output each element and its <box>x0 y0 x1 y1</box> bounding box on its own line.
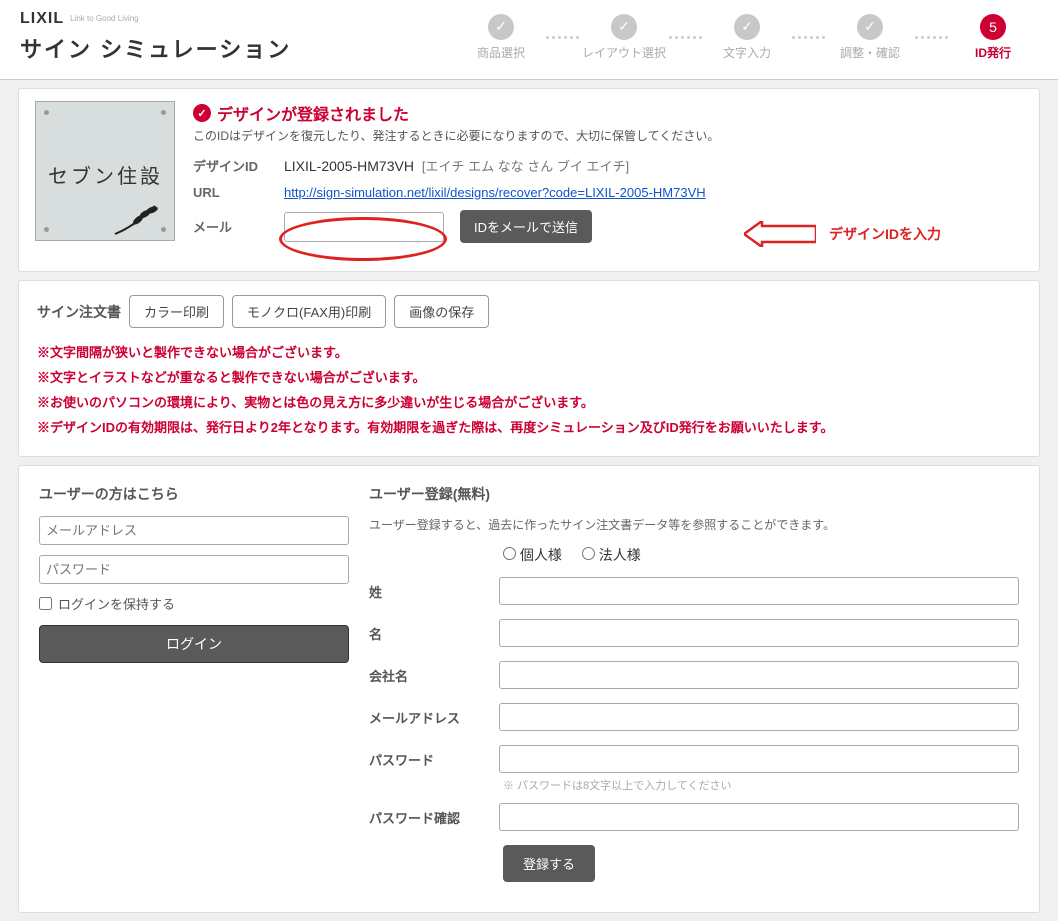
password-note: ※ パスワードは8文字以上で入力してください <box>503 777 1019 793</box>
url-label: URL <box>193 185 268 200</box>
check-icon: ✓ <box>857 14 883 40</box>
send-mail-button[interactable]: IDをメールで送信 <box>460 210 592 243</box>
brand-logo-text: LIXIL <box>20 10 64 28</box>
note-3: ※お使いのパソコンの環境により、実物とは色の見え方に多少違いが生じる場合がござい… <box>37 392 1021 411</box>
save-image-button[interactable]: 画像の保存 <box>394 295 489 328</box>
firstname-input[interactable] <box>499 619 1019 647</box>
reg-password-label: パスワード <box>369 750 489 769</box>
step-2: ✓ レイアウト選択 <box>579 14 669 61</box>
leaf-icon <box>110 196 170 236</box>
note-1: ※文字間隔が狭いと製作できない場合がございます。 <box>37 342 1021 361</box>
mail-label: メール <box>193 217 268 236</box>
company-input[interactable] <box>499 661 1019 689</box>
login-button[interactable]: ログイン <box>39 625 349 663</box>
mono-print-button[interactable]: モノクロ(FAX用)印刷 <box>232 295 386 328</box>
check-icon: ✓ <box>734 14 760 40</box>
register-button[interactable]: 登録する <box>503 845 595 882</box>
success-title: デザインが登録されました <box>217 101 409 125</box>
check-icon: ✓ <box>611 14 637 40</box>
lastname-label: 姓 <box>369 582 489 601</box>
success-desc: このIDはデザインを復元したり、発注するときに必要になりますので、大切に保管して… <box>193 127 1023 144</box>
note-4: ※デザインIDの有効期限は、発行日より2年となります。有効期限を過ぎた際は、再度… <box>37 417 1021 436</box>
reg-password-conf-input[interactable] <box>499 803 1019 831</box>
arrow-icon <box>744 221 816 247</box>
annotation-text: デザインIDを入力 <box>829 224 941 244</box>
register-desc: ユーザー登録すると、過去に作ったサイン注文書データ等を参照することができます。 <box>369 516 1019 533</box>
note-2: ※文字とイラストなどが重なると製作できない場合がございます。 <box>37 367 1021 386</box>
step-3: ✓ 文字入力 <box>702 14 792 61</box>
color-print-button[interactable]: カラー印刷 <box>129 295 224 328</box>
step-num: 5 <box>980 14 1006 40</box>
design-preview: セブン住設 <box>35 101 175 241</box>
reg-email-label: メールアドレス <box>369 708 489 727</box>
recover-url-link[interactable]: http://sign-simulation.net/lixil/designs… <box>284 185 706 200</box>
login-password-input[interactable] <box>39 555 349 584</box>
reg-password-conf-label: パスワード確認 <box>369 808 489 827</box>
design-id-reading: [エイチ エム なな さん ブイ エイチ] <box>422 159 629 174</box>
corporate-radio[interactable]: 法人様 <box>582 545 641 565</box>
company-label: 会社名 <box>369 666 489 685</box>
register-title: ユーザー登録(無料) <box>369 484 1019 504</box>
login-email-input[interactable] <box>39 516 349 545</box>
order-doc-label: サイン注文書 <box>37 302 121 322</box>
personal-radio[interactable]: 個人様 <box>503 545 562 565</box>
firstname-label: 名 <box>369 624 489 643</box>
reg-email-input[interactable] <box>499 703 1019 731</box>
mail-input[interactable] <box>284 212 444 242</box>
check-icon: ✓ <box>488 14 514 40</box>
keep-login-checkbox[interactable]: ログインを保持する <box>39 594 349 613</box>
lastname-input[interactable] <box>499 577 1019 605</box>
step-1: ✓ 商品選択 <box>456 14 546 61</box>
design-id-value: LIXIL-2005-HM73VH <box>284 158 414 174</box>
brand-logo: LIXIL Link to Good Living <box>20 10 291 28</box>
check-icon: ✓ <box>193 104 211 122</box>
design-id-label: デザインID <box>193 156 268 175</box>
stepper: ✓ 商品選択 ✓ レイアウト選択 ✓ 文字入力 ✓ 調整・確認 5 ID発行 <box>456 14 1038 61</box>
login-title: ユーザーの方はこちら <box>39 484 349 504</box>
step-5: 5 ID発行 <box>948 14 1038 61</box>
brand-tagline: Link to Good Living <box>70 15 139 24</box>
reg-password-input[interactable] <box>499 745 1019 773</box>
page-title: サイン シミュレーション <box>20 32 291 64</box>
preview-text: セブン住設 <box>48 160 163 189</box>
step-4: ✓ 調整・確認 <box>825 14 915 61</box>
